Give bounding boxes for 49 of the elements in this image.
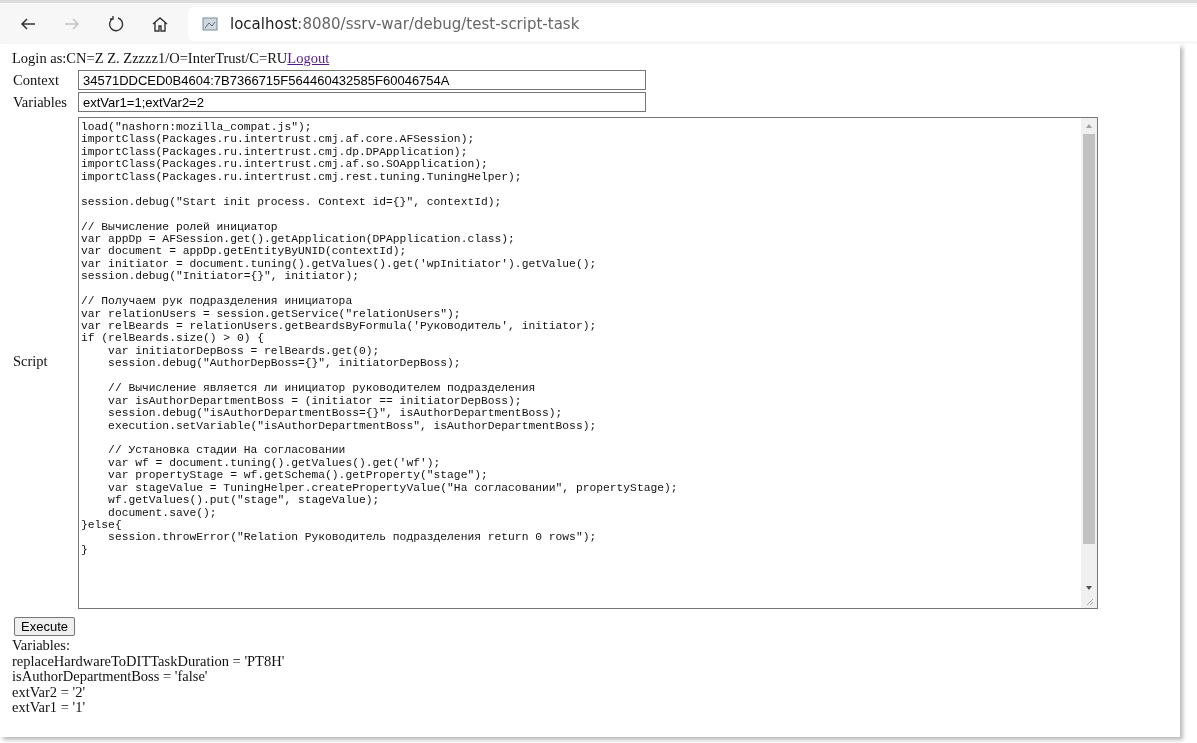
code-line: var initiatorDepBoss = relBeards.get(0); — [107, 344, 381, 358]
field-label: Context — [12, 71, 60, 89]
login-text: Login as:CN=Z Z. Zzzzz1/O=InterTrust/C=RU — [12, 50, 288, 66]
code-line: importClass(Packages.ru.intertrust.cmj.af.core.AFSession); — [81, 133, 476, 146]
code-line: // Установка стадии На согласовании — [107, 444, 347, 457]
code-line: session.debug("AuthorDepBoss={}", initiatorDepBoss); — [107, 357, 462, 370]
refresh-icon[interactable] — [106, 13, 126, 34]
logout-link[interactable]: Logout — [287, 50, 330, 66]
code-line: session.debug("isAuthorDepartmentBoss={}", isAuthorDepartmentBoss); — [107, 407, 564, 420]
code-line: } — [81, 543, 89, 557]
text-field[interactable]: extVar1=1;extVar2=2 — [78, 92, 646, 112]
variable-line: replaceHardwareToDITTaskDuration = 'PT8H' — [12, 653, 286, 669]
variable-line: extVar2 = '2' — [12, 684, 85, 700]
resize-grip-icon[interactable] — [1084, 596, 1094, 606]
variable-line: extVar1 = '1' — [12, 700, 86, 716]
script-editor[interactable] — [78, 117, 1098, 609]
code-line: var stageValue = TuningHelper.createPropertyValue("На согласовании", propertyStage); — [107, 481, 679, 495]
text-field[interactable]: 34571DDCED0B4604:7B7366715F564460432585F60046754A — [78, 70, 646, 90]
code-line: var initiator = document.tuning().getValues().get('wpInitiator').getValue(); — [81, 257, 598, 271]
code-line: }else{ — [81, 519, 123, 532]
code-line: var appDp = AFSession.get().getApplication(DPApplication.class); — [81, 232, 516, 246]
code-line: var propertyStage = wf.getSchema().getProperty("stage"); — [107, 469, 489, 482]
code-line: load("nashorn:mozilla_compat.js"); — [81, 121, 313, 134]
code-line: session.debug("Initiator={}", initiator); — [81, 270, 360, 283]
code-line: execution.setVariable("isAuthorDepartmentBoss", isAuthorDepartmentBoss); — [107, 419, 598, 432]
code-line: var isAuthorDepartmentBoss = (initiator == initiatorDepBoss); — [107, 394, 523, 408]
code-line: importClass(Packages.ru.intertrust.cmj.rest.tuning.TuningHelper); — [81, 170, 523, 184]
code-line: document.save(); — [107, 506, 218, 519]
code-line: var document = appDp.getEntityByUNID(contextId); — [81, 245, 408, 258]
code-line: var relBeards = relationUsers.getBeardsByFormula('Руководитель', initiator); — [81, 320, 598, 333]
code-line: // Вычисление ролей инициатор — [81, 220, 279, 233]
result-heading: Variables: — [12, 638, 71, 654]
code-line: // Получаем рук подразделения инициатора — [81, 295, 354, 308]
page-icon — [202, 15, 218, 32]
execute-button[interactable]: Execute — [14, 617, 75, 636]
address-bar[interactable]: localhost:8080/ssrv-war/debug/test-script-task — [188, 6, 1197, 41]
code-line: importClass(Packages.ru.intertrust.cmj.af.so.SOApplication); — [81, 158, 489, 171]
variable-line: isAuthorDepartmentBoss = 'false' — [12, 669, 208, 685]
code-line: session.debug("Start init process. Context id={}", contextId); — [81, 195, 503, 209]
code-line: session.throwError("Relation Руководитель подразделения return 0 rows"); — [107, 531, 598, 544]
code-line: wf.getValues().put("stage", stageValue); — [107, 494, 381, 507]
code-line: var wf = document.tuning().getValues().get('wf'); — [107, 456, 442, 470]
code-line: importClass(Packages.ru.intertrust.cmj.dp.DPApplication); — [81, 145, 469, 159]
code-line: if (relBeards.size() > 0) { — [81, 332, 266, 345]
code-line: var relationUsers = session.getService("relationUsers"); — [81, 307, 462, 320]
code-line: // Вычисление является ли инициатор руководителем подразделения — [107, 382, 537, 395]
scrollbar-thumb[interactable] — [1083, 134, 1095, 544]
field-label: Variables — [12, 93, 68, 111]
field-label: Script — [12, 353, 49, 370]
